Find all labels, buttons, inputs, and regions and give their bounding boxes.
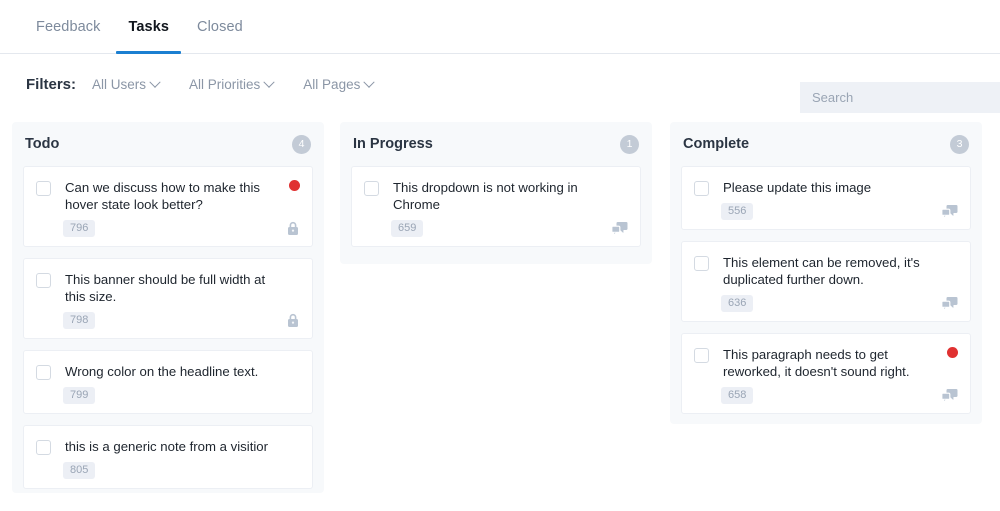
column-count-badge: 1 [620,135,639,154]
filter-label: All Pages [303,77,360,92]
task-checkbox[interactable] [36,365,51,380]
tab-label: Closed [197,19,243,35]
column-header: Todo 4 [23,122,313,166]
card-top: Can we discuss how to make this hover st… [36,179,300,213]
column-title: Complete [683,136,749,152]
task-id-badge: 798 [63,312,95,329]
chevron-down-icon [149,76,160,87]
card-top: This paragraph needs to get reworked, it… [694,346,958,380]
task-id-badge: 796 [63,220,95,237]
card-bottom: 799 [36,386,300,404]
task-checkbox[interactable] [364,181,379,196]
task-card[interactable]: Wrong color on the headline text. 799 [23,350,313,414]
filter-all-priorities[interactable]: All Priorities [189,77,273,92]
task-card[interactable]: Please update this image 556 [681,166,971,230]
tab-closed[interactable]: Closed [183,0,257,54]
card-bottom: 659 [364,219,628,237]
task-title: This dropdown is not working in Chrome [393,179,606,213]
column-header: In Progress 1 [351,122,641,166]
card-bottom: 556 [694,202,958,220]
card-top: this is a generic note from a visitior [36,438,300,455]
card-top: This banner should be full width at this… [36,271,300,305]
task-id-badge: 636 [721,295,753,312]
task-card[interactable]: This dropdown is not working in Chrome 6… [351,166,641,247]
filter-all-users[interactable]: All Users [92,77,159,92]
task-title: This element can be removed, it's duplic… [723,254,936,288]
priority-dot [289,180,300,191]
card-top: This dropdown is not working in Chrome [364,179,628,213]
chevron-down-icon [364,76,375,87]
task-title: This banner should be full width at this… [65,271,278,305]
task-checkbox[interactable] [694,256,709,271]
search-bar [800,82,982,113]
task-id-badge: 658 [721,387,753,404]
column-title: In Progress [353,136,433,152]
task-card[interactable]: This paragraph needs to get reworked, it… [681,333,971,414]
tab-feedback[interactable]: Feedback [22,0,114,54]
task-id-badge: 659 [391,220,423,237]
column-title: Todo [25,136,59,152]
task-id-badge: 799 [63,387,95,404]
tab-bar: Feedback Tasks Closed [0,0,1000,54]
comment-icon [941,388,958,403]
column-complete: Complete 3 Please update this image 556 [670,122,982,424]
card-bottom: 805 [36,461,300,479]
column-count-badge: 4 [292,135,311,154]
filter-label: All Priorities [189,77,260,92]
task-id-badge: 805 [63,462,95,479]
task-checkbox[interactable] [36,440,51,455]
task-card[interactable]: This element can be removed, it's duplic… [681,241,971,322]
tab-tasks[interactable]: Tasks [114,0,183,54]
task-title: Please update this image [723,179,936,196]
priority-dot [947,347,958,358]
card-bottom: 636 [694,294,958,312]
task-title: this is a generic note from a visitior [65,438,278,455]
task-title: Can we discuss how to make this hover st… [65,179,278,213]
filter-label: All Users [92,77,146,92]
column-in-progress: In Progress 1 This dropdown is not worki… [340,122,652,264]
tab-label: Tasks [128,19,169,35]
card-bottom: 658 [694,386,958,404]
card-top: Wrong color on the headline text. [36,363,300,380]
task-card[interactable]: this is a generic note from a visitior 8… [23,425,313,489]
lock-icon [286,313,300,328]
card-top: This element can be removed, it's duplic… [694,254,958,288]
card-top: Please update this image [694,179,958,196]
filter-all-pages[interactable]: All Pages [303,77,373,92]
comment-icon [941,296,958,311]
comment-icon [941,204,958,219]
search-input[interactable] [800,82,1000,113]
task-card[interactable]: This banner should be full width at this… [23,258,313,339]
column-count-badge: 3 [950,135,969,154]
chevron-down-icon [264,76,275,87]
column-header: Complete 3 [681,122,971,166]
filter-group: Filters: All Users All Priorities All Pa… [26,76,403,93]
card-bottom: 796 [36,219,300,237]
comment-icon [611,221,628,236]
task-card[interactable]: Can we discuss how to make this hover st… [23,166,313,247]
lock-icon [286,221,300,236]
task-checkbox[interactable] [694,348,709,363]
tab-label: Feedback [36,19,100,35]
column-todo: Todo 4 Can we discuss how to make this h… [12,122,324,493]
filters-label: Filters: [26,76,76,93]
task-checkbox[interactable] [694,181,709,196]
task-title: Wrong color on the headline text. [65,363,278,380]
kanban-board: Todo 4 Can we discuss how to make this h… [0,122,1000,511]
tab-list: Feedback Tasks Closed [22,0,257,54]
task-checkbox[interactable] [36,273,51,288]
task-checkbox[interactable] [36,181,51,196]
task-id-badge: 556 [721,203,753,220]
card-bottom: 798 [36,311,300,329]
task-title: This paragraph needs to get reworked, it… [723,346,936,380]
